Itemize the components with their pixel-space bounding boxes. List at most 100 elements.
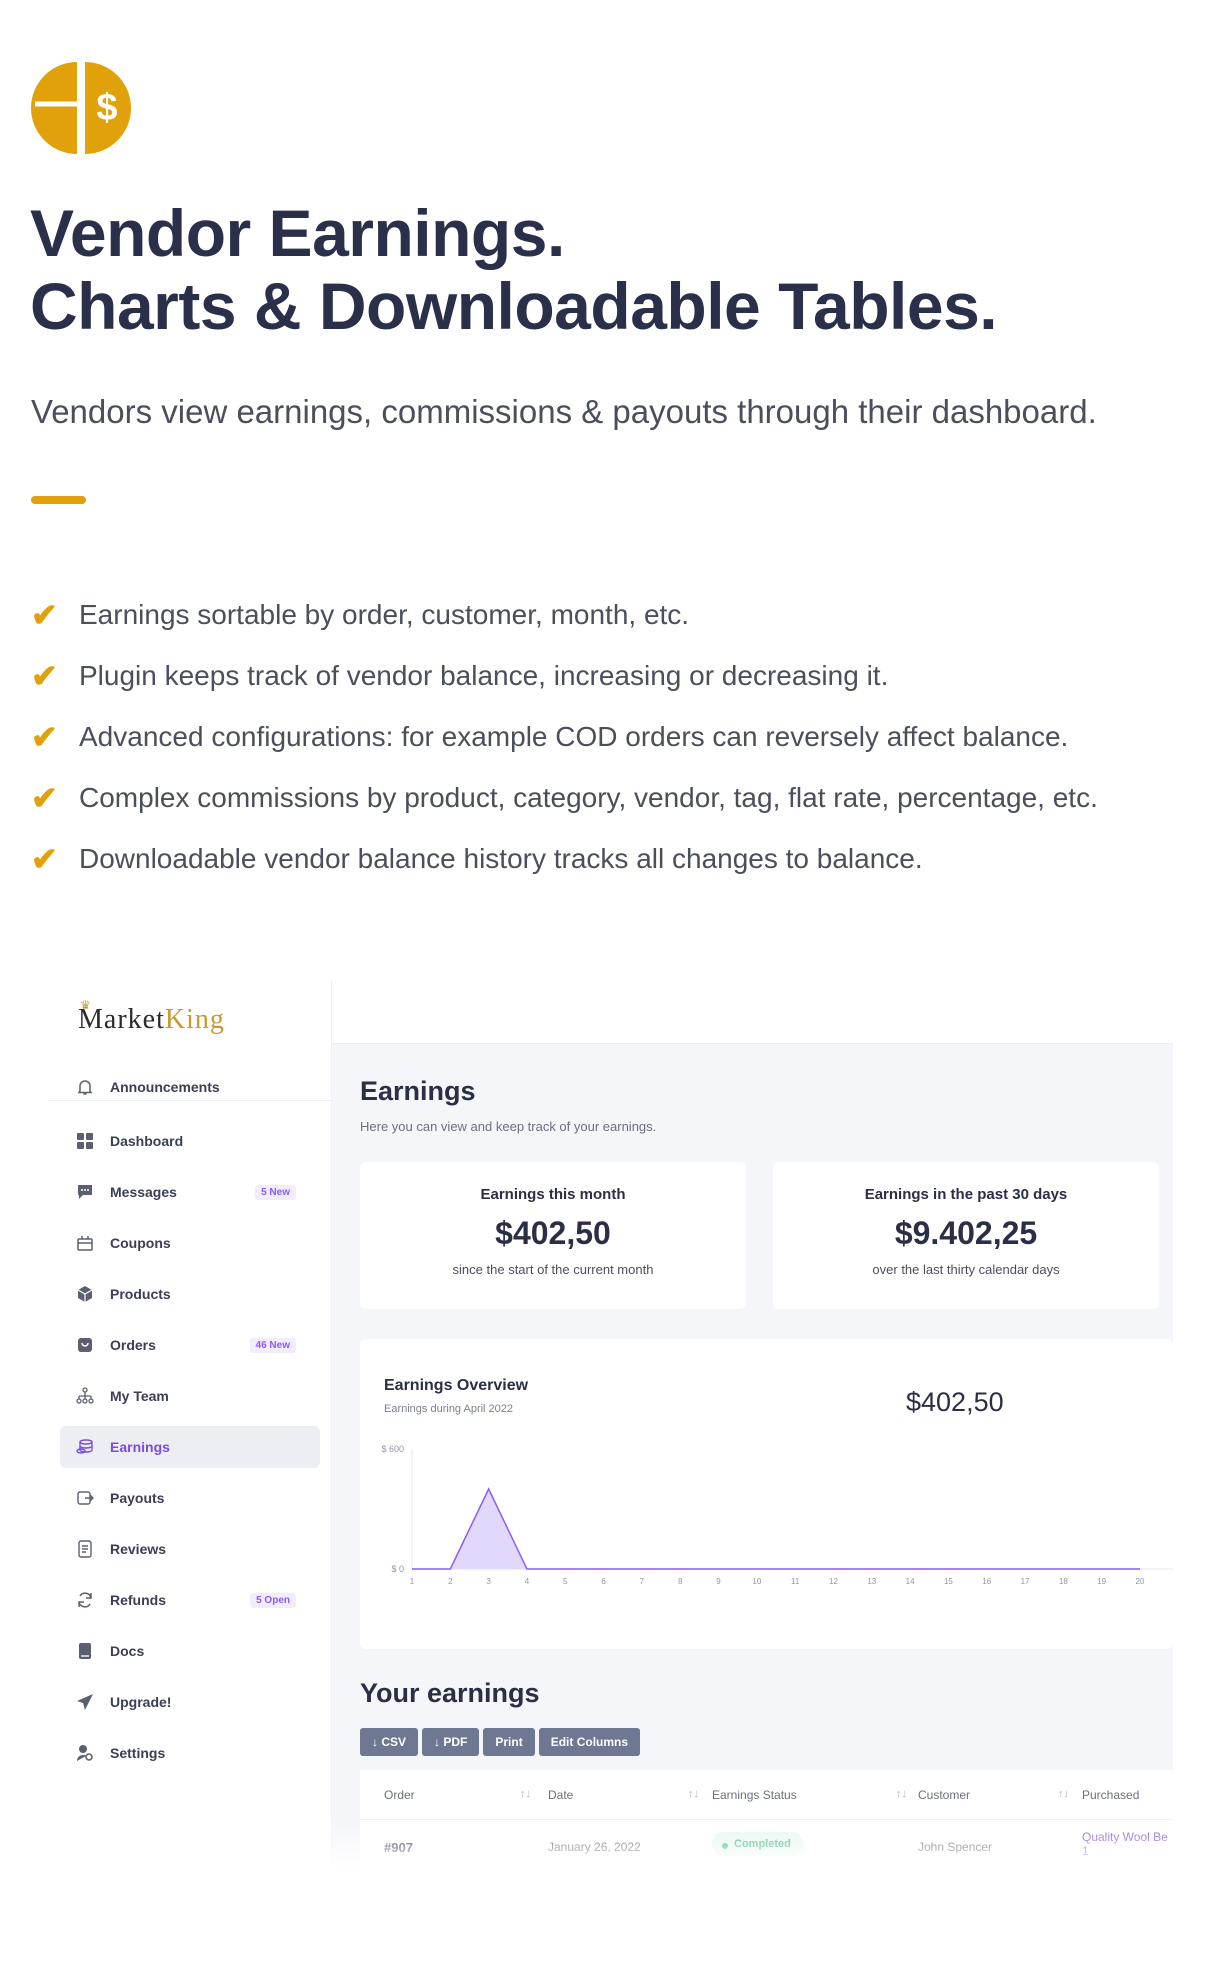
marketking-logo[interactable]: ♛ MarketKing [78, 998, 225, 1036]
x-tick-label: 18 [1059, 1577, 1068, 1586]
earnings-logo-icon: $ [31, 62, 131, 154]
feature-item: ✔ Downloadable vendor balance history tra… [31, 840, 923, 877]
payout-icon [74, 1487, 96, 1509]
x-tick-label: 1 [410, 1577, 415, 1586]
x-tick-label: 6 [601, 1577, 606, 1586]
top-bar [332, 980, 1173, 1044]
export-toolbar: ↓ CSV ↓ PDF Print Edit Columns [360, 1728, 641, 1756]
dashboard-preview: ♛ MarketKing Announcements Dashboard Mess… [48, 980, 1173, 1870]
earnings-table: Order ↑↓ Date ↑↓ Earnings Status ↑↓ Custome… [360, 1770, 1173, 1870]
sidebar-item-announcements[interactable]: Announcements [60, 1066, 320, 1108]
headline-line-1: Vendor Earnings. [30, 196, 565, 270]
earnings-overview-card: Earnings Overview Earnings during April … [360, 1339, 1173, 1649]
column-header-date[interactable]: Date ↑↓ [548, 1788, 699, 1802]
sort-icon[interactable]: ↑↓ [520, 1788, 531, 1800]
x-tick-label: 9 [716, 1577, 721, 1586]
column-header-earnings-status[interactable]: Earnings Status ↑↓ [712, 1788, 907, 1802]
stat-hint: since the start of the current month [452, 1262, 654, 1277]
table-header: Order ↑↓ Date ↑↓ Earnings Status ↑↓ Custome… [360, 1770, 1173, 1820]
earnings-chart: $ 600$ 01 2 3 4 5 6 7 8 9 10 11 12 13 14 15 16 17 18 19 20 [381, 1444, 1173, 1586]
x-tick-label: 14 [906, 1577, 915, 1586]
x-tick-label: 20 [1136, 1577, 1145, 1586]
chat-icon [74, 1181, 96, 1203]
date-cell: January 26, 2022 [548, 1840, 641, 1854]
sidebar-item-docs[interactable]: Docs [60, 1630, 320, 1672]
accent-divider [31, 496, 86, 504]
subtitle: Vendors view earnings, commissions & pay… [31, 393, 1097, 430]
order-cell[interactable]: #907 [384, 1840, 413, 1855]
x-tick-label: 8 [678, 1577, 683, 1586]
sort-icon[interactable]: ↑↓ [1058, 1788, 1069, 1800]
x-tick-label: 5 [563, 1577, 568, 1586]
send-icon [74, 1691, 96, 1713]
customer-cell: John Spencer [918, 1840, 993, 1854]
table-row[interactable]: #907 January 26, 2022 Completed John Spe… [360, 1820, 1173, 1870]
overview-value: $402,50 [906, 1387, 1004, 1417]
x-tick-label: 4 [525, 1577, 530, 1586]
stat-label: Earnings in the past 30 days [864, 1186, 1068, 1203]
svg-text:$: $ [96, 87, 117, 129]
x-tick-label: 3 [486, 1577, 491, 1586]
stat-label: Earnings this month [480, 1186, 626, 1203]
column-header-customer[interactable]: Customer ↑↓ [918, 1788, 1069, 1802]
sidebar-item-earnings[interactable]: Earnings [60, 1426, 320, 1468]
sidebar-item-upgrade[interactable]: Upgrade! [60, 1681, 320, 1723]
refunds-badge: 5 Open [250, 1592, 296, 1608]
column-header-purchased[interactable]: Purchased [1082, 1788, 1139, 1802]
feature-item: ✔ Earnings sortable by order, customer, m… [31, 596, 690, 633]
sidebar-item-payouts[interactable]: Payouts [60, 1477, 320, 1519]
pdf-button[interactable]: ↓ PDF [422, 1728, 480, 1756]
x-tick-label: 12 [829, 1577, 838, 1586]
feature-item: ✔ Complex commissions by product, categor… [31, 779, 1098, 816]
sidebar-item-reviews[interactable]: Reviews [60, 1528, 320, 1570]
coupon-icon [74, 1232, 96, 1254]
x-tick-label: 17 [1021, 1577, 1030, 1586]
cart-icon [74, 1334, 96, 1356]
grid-icon [74, 1130, 96, 1152]
sidebar-item-orders[interactable]: Orders 46 New [60, 1324, 320, 1366]
sidebar-item-products[interactable]: Products [60, 1273, 320, 1315]
review-icon [74, 1538, 96, 1560]
sidebar-item-refunds[interactable]: Refunds 5 Open [60, 1579, 320, 1621]
settings-icon [74, 1742, 96, 1764]
headline: Vendor Earnings. Charts & Downloadable T… [30, 196, 998, 343]
box-icon [74, 1283, 96, 1305]
page-title: Earnings [360, 1076, 476, 1106]
x-tick-label: 2 [448, 1577, 453, 1586]
coins-icon [74, 1436, 96, 1458]
check-icon: ✔ [31, 840, 58, 877]
feature-item: ✔ Advanced configurations: for example CO… [31, 718, 1069, 755]
stat-value: $9.402,25 [894, 1215, 1038, 1251]
sort-icon[interactable]: ↑↓ [896, 1788, 907, 1800]
team-icon [74, 1385, 96, 1407]
sidebar-item-settings[interactable]: Settings [60, 1732, 320, 1774]
your-earnings-title: Your earnings [360, 1678, 540, 1708]
check-icon: ✔ [31, 718, 58, 755]
page-subtitle: Here you can view and keep track of your… [360, 1119, 657, 1134]
sidebar-item-coupons[interactable]: Coupons [60, 1222, 320, 1264]
status-badge: Completed [712, 1832, 803, 1856]
x-tick-label: 15 [944, 1577, 953, 1586]
purchased-product-link[interactable]: Quality Wool Be [1082, 1830, 1173, 1844]
y-tick-label: $ 600 [381, 1444, 404, 1454]
feature-list: ✔ Earnings sortable by order, customer, m… [31, 584, 1098, 889]
stat-value: $402,50 [495, 1215, 611, 1251]
orders-badge: 46 New [249, 1337, 296, 1353]
sidebar-item-messages[interactable]: Messages 5 New [60, 1171, 320, 1213]
overview-subtitle: Earnings during April 2022 [384, 1403, 514, 1415]
overview-title: Earnings Overview [384, 1377, 529, 1394]
sidebar-item-my-team[interactable]: My Team [60, 1375, 320, 1417]
purchased-cell[interactable]: Quality Wool Be 1 [1082, 1830, 1173, 1858]
csv-button[interactable]: ↓ CSV [360, 1728, 419, 1756]
refund-icon [74, 1589, 96, 1611]
edit-columns-button[interactable]: Edit Columns [538, 1728, 641, 1756]
sort-icon[interactable]: ↑↓ [688, 1788, 699, 1800]
x-tick-label: 11 [791, 1577, 800, 1586]
check-icon: ✔ [31, 596, 58, 633]
print-button[interactable]: Print [483, 1728, 535, 1756]
book-icon [74, 1640, 96, 1662]
y-tick-label: $ 0 [391, 1564, 404, 1574]
column-header-order[interactable]: Order ↑↓ [384, 1788, 531, 1802]
messages-badge: 5 New [255, 1184, 296, 1200]
sidebar-item-dashboard[interactable]: Dashboard [60, 1120, 320, 1162]
